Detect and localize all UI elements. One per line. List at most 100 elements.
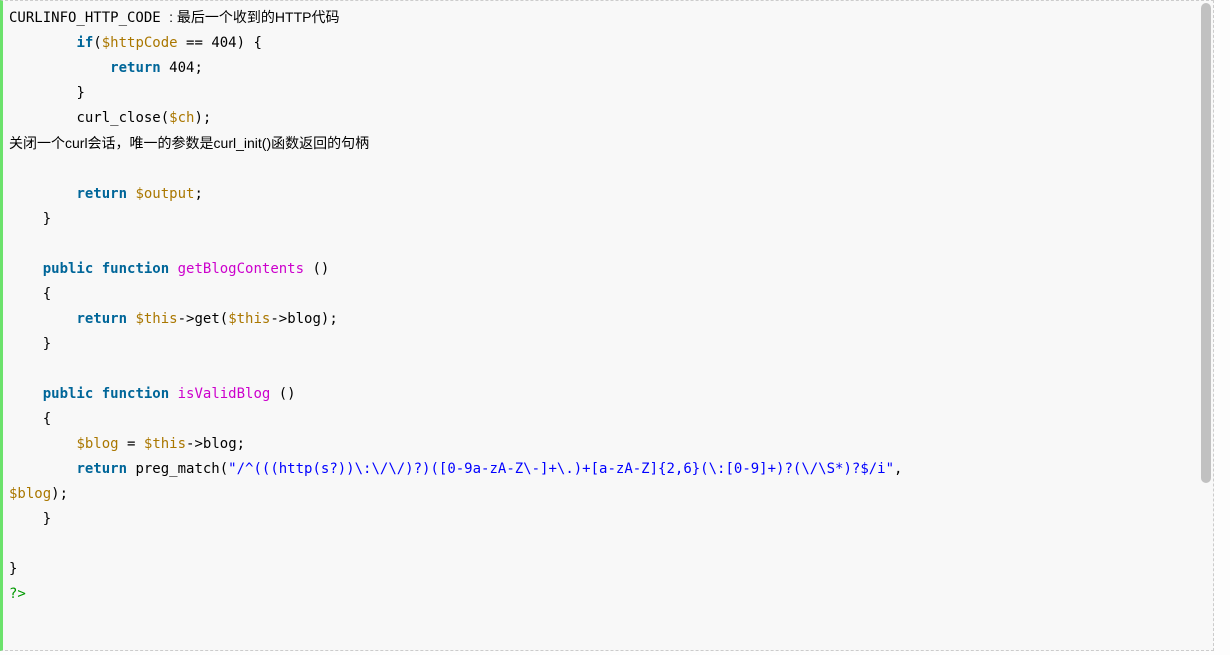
paren: (): [304, 261, 329, 277]
string-literal: "/^(((http(s?))\:\/\/)?)([0-9a-zA-Z\-]+\…: [228, 461, 894, 477]
keyword-return: return: [76, 186, 127, 202]
blank: [9, 536, 17, 552]
scrollbar-track[interactable]: [1201, 3, 1211, 648]
keyword-public: public: [43, 261, 94, 277]
blank: [9, 361, 17, 377]
variable: $blog: [9, 486, 51, 502]
space: [161, 60, 169, 76]
code-line: $blog = $this->blog;: [9, 432, 1207, 457]
const-token: CURLINFO_HTTP_CODE: [9, 10, 169, 26]
comment-chinese: : 最后一个收到的HTTP代码: [169, 9, 339, 25]
indent: [9, 35, 76, 51]
keyword-return: return: [110, 60, 161, 76]
blank: [9, 161, 17, 177]
keyword-return: return: [76, 311, 127, 327]
keyword-function: function: [102, 261, 169, 277]
space: [93, 261, 101, 277]
variable: $blog: [76, 436, 118, 452]
semicolon: ;: [194, 60, 202, 76]
brace: }: [43, 511, 51, 527]
indent: [9, 261, 43, 277]
indent: [9, 386, 43, 402]
variable-this: $this: [135, 311, 177, 327]
number: 404: [211, 35, 236, 51]
paren: );: [194, 110, 211, 126]
code-line: public function isValidBlog (): [9, 382, 1207, 407]
keyword-public: public: [43, 386, 94, 402]
code-line: return $this->get($this->blog);: [9, 307, 1207, 332]
brace: }: [9, 561, 17, 577]
indent: [9, 461, 76, 477]
paren: (: [93, 35, 101, 51]
code-line: return 404;: [9, 56, 1207, 81]
comment-chinese: 关闭一个curl会话，唯一的参数是curl_init()函数返回的句柄: [9, 135, 369, 151]
arrow: ->get(: [178, 311, 229, 327]
code-line: }: [9, 207, 1207, 232]
code-line: 关闭一个curl会话，唯一的参数是curl_init()函数返回的句柄: [9, 131, 1207, 157]
indent: [9, 186, 76, 202]
blank: [9, 236, 17, 252]
php-close-tag: ?>: [9, 586, 26, 602]
indent: [9, 411, 43, 427]
code-line: public function getBlogContents (): [9, 257, 1207, 282]
code-line: $blog);: [9, 482, 1207, 507]
variable: $ch: [169, 110, 194, 126]
variable-this: $this: [144, 436, 186, 452]
number: 404: [169, 60, 194, 76]
space: [169, 386, 177, 402]
indent: [9, 110, 76, 126]
brace: }: [43, 336, 51, 352]
indent: [9, 336, 43, 352]
variable: $httpCode: [102, 35, 178, 51]
code-line: return $output;: [9, 182, 1207, 207]
comma: ,: [894, 461, 911, 477]
code-line: {: [9, 282, 1207, 307]
brace: }: [76, 85, 84, 101]
code-line: curl_close($ch);: [9, 106, 1207, 131]
code-line: }: [9, 557, 1207, 582]
function-name: isValidBlog: [178, 386, 271, 402]
indent: [9, 85, 76, 101]
indent: [9, 436, 76, 452]
operator: =: [119, 436, 144, 452]
code-line: [9, 532, 1207, 557]
indent: [9, 60, 110, 76]
code-block: CURLINFO_HTTP_CODE : 最后一个收到的HTTP代码 if($h…: [0, 0, 1214, 651]
paren: );: [51, 486, 68, 502]
variable-this: $this: [228, 311, 270, 327]
code-line: }: [9, 81, 1207, 106]
variable: $output: [135, 186, 194, 202]
paren: ) {: [237, 35, 262, 51]
paren: (): [270, 386, 295, 402]
indent: [9, 511, 43, 527]
code-line: {: [9, 407, 1207, 432]
indent: [9, 286, 43, 302]
arrow: ->blog);: [270, 311, 337, 327]
arrow: ->blog;: [186, 436, 245, 452]
code-line: return preg_match("/^(((http(s?))\:\/\/)…: [9, 457, 1207, 482]
code-line: [9, 357, 1207, 382]
indent: [9, 311, 76, 327]
operator: ==: [178, 35, 212, 51]
code-line: }: [9, 507, 1207, 532]
brace: {: [43, 411, 51, 427]
code-line: if($httpCode == 404) {: [9, 31, 1207, 56]
keyword-return: return: [76, 461, 127, 477]
indent: [9, 211, 43, 227]
code-line: CURLINFO_HTTP_CODE : 最后一个收到的HTTP代码: [9, 5, 1207, 31]
code-line: }: [9, 332, 1207, 357]
semicolon: ;: [194, 186, 202, 202]
function-call: curl_close(: [76, 110, 169, 126]
function-call: preg_match(: [135, 461, 228, 477]
space: [169, 261, 177, 277]
code-line: ?>: [9, 582, 1207, 607]
brace: }: [43, 211, 51, 227]
keyword-function: function: [102, 386, 169, 402]
function-name: getBlogContents: [178, 261, 304, 277]
code-line: [9, 232, 1207, 257]
brace: {: [43, 286, 51, 302]
space: [93, 386, 101, 402]
code-line: [9, 157, 1207, 182]
scrollbar-thumb[interactable]: [1201, 3, 1211, 483]
keyword-if: if: [76, 35, 93, 51]
